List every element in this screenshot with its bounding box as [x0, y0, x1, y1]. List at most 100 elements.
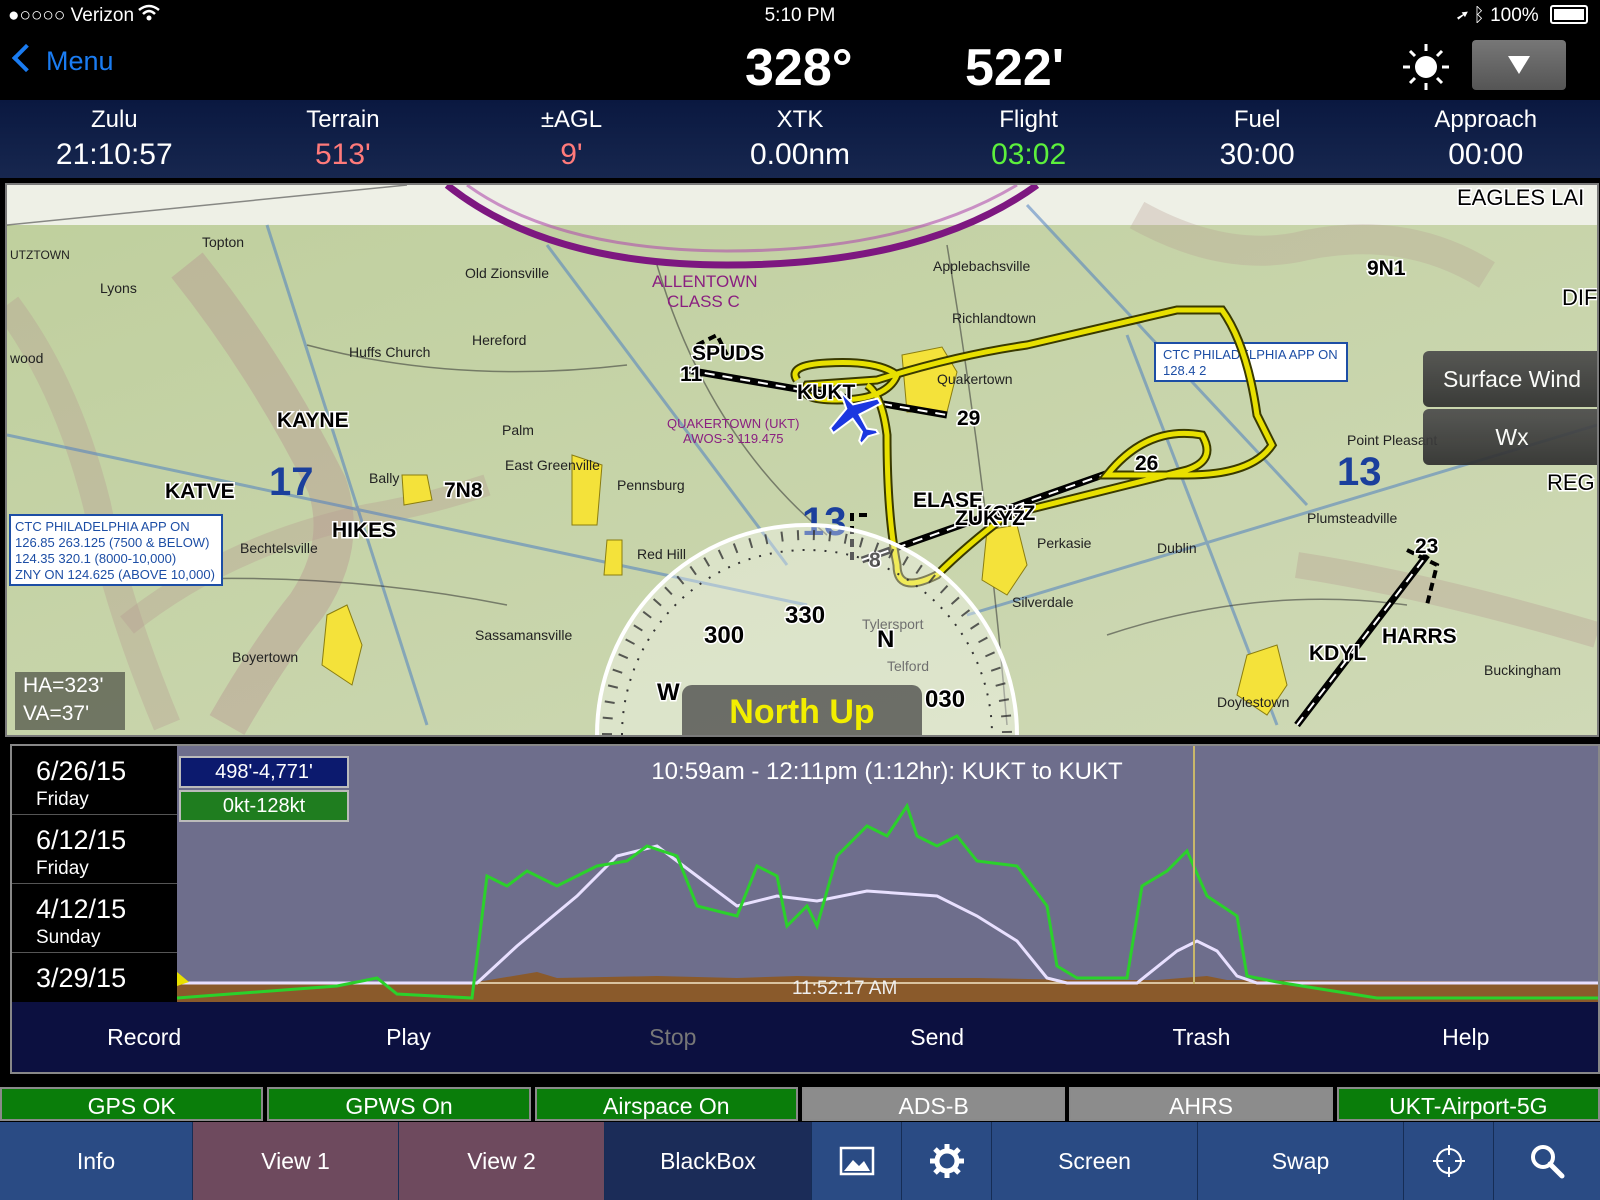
speed-trace — [176, 802, 1598, 1000]
instrument-approach[interactable]: Approach 00:00 — [1371, 100, 1600, 178]
waypoint-7n8[interactable]: 7N8 — [443, 478, 485, 504]
map-label: Palm — [502, 422, 534, 438]
map-label: DIF — [1562, 285, 1597, 310]
map-label: Buckingham — [1484, 662, 1561, 678]
waypoint-hikes[interactable]: HIKES — [331, 518, 398, 544]
menu-button[interactable]: Menu — [11, 43, 114, 77]
runway-end-label: 11 — [680, 363, 703, 386]
instrument-value: 03:02 — [991, 138, 1067, 171]
map-label: REG — [1547, 470, 1595, 495]
settings-tab[interactable] — [902, 1122, 992, 1200]
instrument-terrain[interactable]: Terrain 513' — [229, 100, 458, 178]
map-label: EAGLES LAI — [1457, 185, 1584, 210]
instrument-label: Terrain — [306, 106, 380, 133]
date-text: 4/12/15 — [36, 894, 127, 924]
map-label: ALLENTOWN — [652, 272, 758, 291]
weekday-text: Friday — [36, 858, 89, 879]
image-tab[interactable] — [812, 1122, 902, 1200]
gps-status-pill[interactable]: GPS OK — [0, 1087, 264, 1121]
ahrs-status-pill[interactable]: AHRS — [1069, 1087, 1333, 1121]
waypoint-spuds[interactable]: SPUDS — [691, 341, 766, 367]
instrument-label: Flight — [999, 106, 1058, 133]
compass-030: 030 — [925, 686, 965, 713]
map-label: Applebachsville — [933, 258, 1030, 274]
date-item[interactable]: 4/12/15 Sunday — [12, 884, 177, 953]
help-button[interactable]: Help — [1334, 1002, 1598, 1072]
map-label: Quakertown — [937, 371, 1012, 387]
tab-view-2[interactable]: View 2 — [399, 1122, 605, 1200]
airport-status-pill[interactable]: UKT-Airport-5G — [1336, 1087, 1600, 1121]
map-label: East Greenville — [505, 457, 600, 473]
waypoint-9n1[interactable]: 9N1 — [1366, 256, 1408, 282]
tab-swap[interactable]: Swap — [1198, 1122, 1404, 1200]
clock: 5:10 PM — [764, 5, 836, 26]
adsb-status-pill[interactable]: ADS-B — [801, 1087, 1066, 1121]
va-value: VA=37' — [23, 702, 90, 725]
map-label: Dublin — [1157, 540, 1197, 556]
date-item[interactable]: 6/12/15 Friday — [12, 815, 177, 884]
tab-blackbox[interactable]: BlackBox — [605, 1122, 812, 1200]
sectional-map[interactable]: CTC PHILADELPHIA APP ON 128.4 2 CTC PHIL… — [5, 183, 1599, 737]
map-label: 124.35 320.1 (8000-10,000) — [15, 551, 176, 566]
map-label: CTC PHILADELPHIA APP ON — [1163, 347, 1338, 362]
waypoint-katve[interactable]: KATVE — [164, 479, 237, 505]
battery-status: ➚ ᛒ 100% — [1457, 5, 1588, 27]
send-button[interactable]: Send — [805, 1002, 1069, 1072]
map-label: 17 — [269, 460, 314, 504]
surface-wind-button[interactable]: Surface Wind — [1423, 351, 1597, 407]
map-label: Hereford — [472, 332, 526, 348]
map-label: Topton — [202, 234, 244, 250]
waypoint-harrs[interactable]: HARRS — [1381, 624, 1459, 650]
flight-title: 10:59am - 12:11pm (1:12hr): KUKT to KUKT — [651, 758, 1123, 785]
tab-info[interactable]: Info — [0, 1122, 193, 1200]
map-label: ZNY ON 124.625 (ABOVE 10,000) — [15, 567, 215, 582]
waypoint-zukyz[interactable]: ZUKYZ — [954, 506, 1027, 532]
date-text: 3/29/15 — [36, 963, 127, 993]
instrument-flight[interactable]: Flight 03:02 — [914, 100, 1143, 178]
map-canvas[interactable]: CTC PHILADELPHIA APP ON 128.4 2 CTC PHIL… — [7, 185, 1597, 735]
altitude-trace — [177, 844, 1598, 985]
wx-button[interactable]: Wx — [1423, 409, 1597, 465]
instrument-label: ±AGL — [540, 106, 603, 133]
tab-view-1[interactable]: View 1 — [193, 1122, 399, 1200]
instrument-value: 9' — [560, 138, 583, 171]
map-label: Richlandtown — [952, 310, 1036, 326]
waypoint-kayne[interactable]: KAYNE — [276, 408, 351, 434]
search-icon — [1531, 1145, 1565, 1179]
ha-va-readout: HA=323' VA=37' — [15, 672, 125, 730]
play-button[interactable]: Play — [276, 1002, 540, 1072]
battery-icon — [1550, 5, 1588, 24]
gpws-status-pill[interactable]: GPWS On — [267, 1087, 531, 1121]
search-tab[interactable] — [1494, 1122, 1600, 1200]
instrument-fuel[interactable]: Fuel 30:00 — [1143, 100, 1372, 178]
bluetooth-icon: ᛒ — [1473, 5, 1485, 26]
date-item[interactable]: 6/26/15 Friday — [12, 746, 177, 815]
chevron-left-icon — [11, 43, 41, 73]
waypoint-kdyl[interactable]: KDYL — [1308, 641, 1368, 667]
instrument-agl[interactable]: ±AGL 9' — [457, 100, 686, 178]
airspace-status-pill[interactable]: Airspace On — [534, 1087, 798, 1121]
runway-end-label: 23 — [1415, 535, 1438, 558]
record-button[interactable]: Record — [12, 1002, 276, 1072]
instrument-xtk[interactable]: XTK 0.00nm — [686, 100, 915, 178]
map-label: Silverdale — [1012, 594, 1074, 610]
map-label: Bechtelsville — [240, 540, 318, 556]
tab-screen[interactable]: Screen — [992, 1122, 1198, 1200]
speed-range-badge: 0kt-128kt — [179, 790, 349, 822]
instrument-zulu[interactable]: Zulu 21:10:57 — [0, 100, 229, 178]
instrument-value: 513' — [314, 138, 371, 171]
map-label: Sassamansville — [475, 627, 572, 643]
compass-n: N — [877, 626, 894, 653]
north-up-button[interactable]: North Up — [682, 685, 922, 735]
status-bar: ●○○○○ Verizon 5:10 PM ➚ ᛒ 100% — [0, 0, 1600, 32]
altitude-range-badge: 498'-4,771' — [179, 756, 349, 788]
dropdown-triangle-button[interactable] — [1472, 40, 1566, 90]
blackbox-panel: 6/26/15 Friday 6/12/15 Friday 4/12/15 Sunda… — [10, 744, 1600, 1074]
compass-300: 300 — [704, 622, 744, 649]
gear-icon — [929, 1144, 964, 1178]
altitude-readout: 522' — [965, 39, 1065, 97]
stop-button[interactable]: Stop — [541, 1002, 805, 1072]
center-tab[interactable] — [1404, 1122, 1494, 1200]
brightness-sun-icon[interactable] — [1398, 42, 1454, 92]
trash-button[interactable]: Trash — [1069, 1002, 1333, 1072]
